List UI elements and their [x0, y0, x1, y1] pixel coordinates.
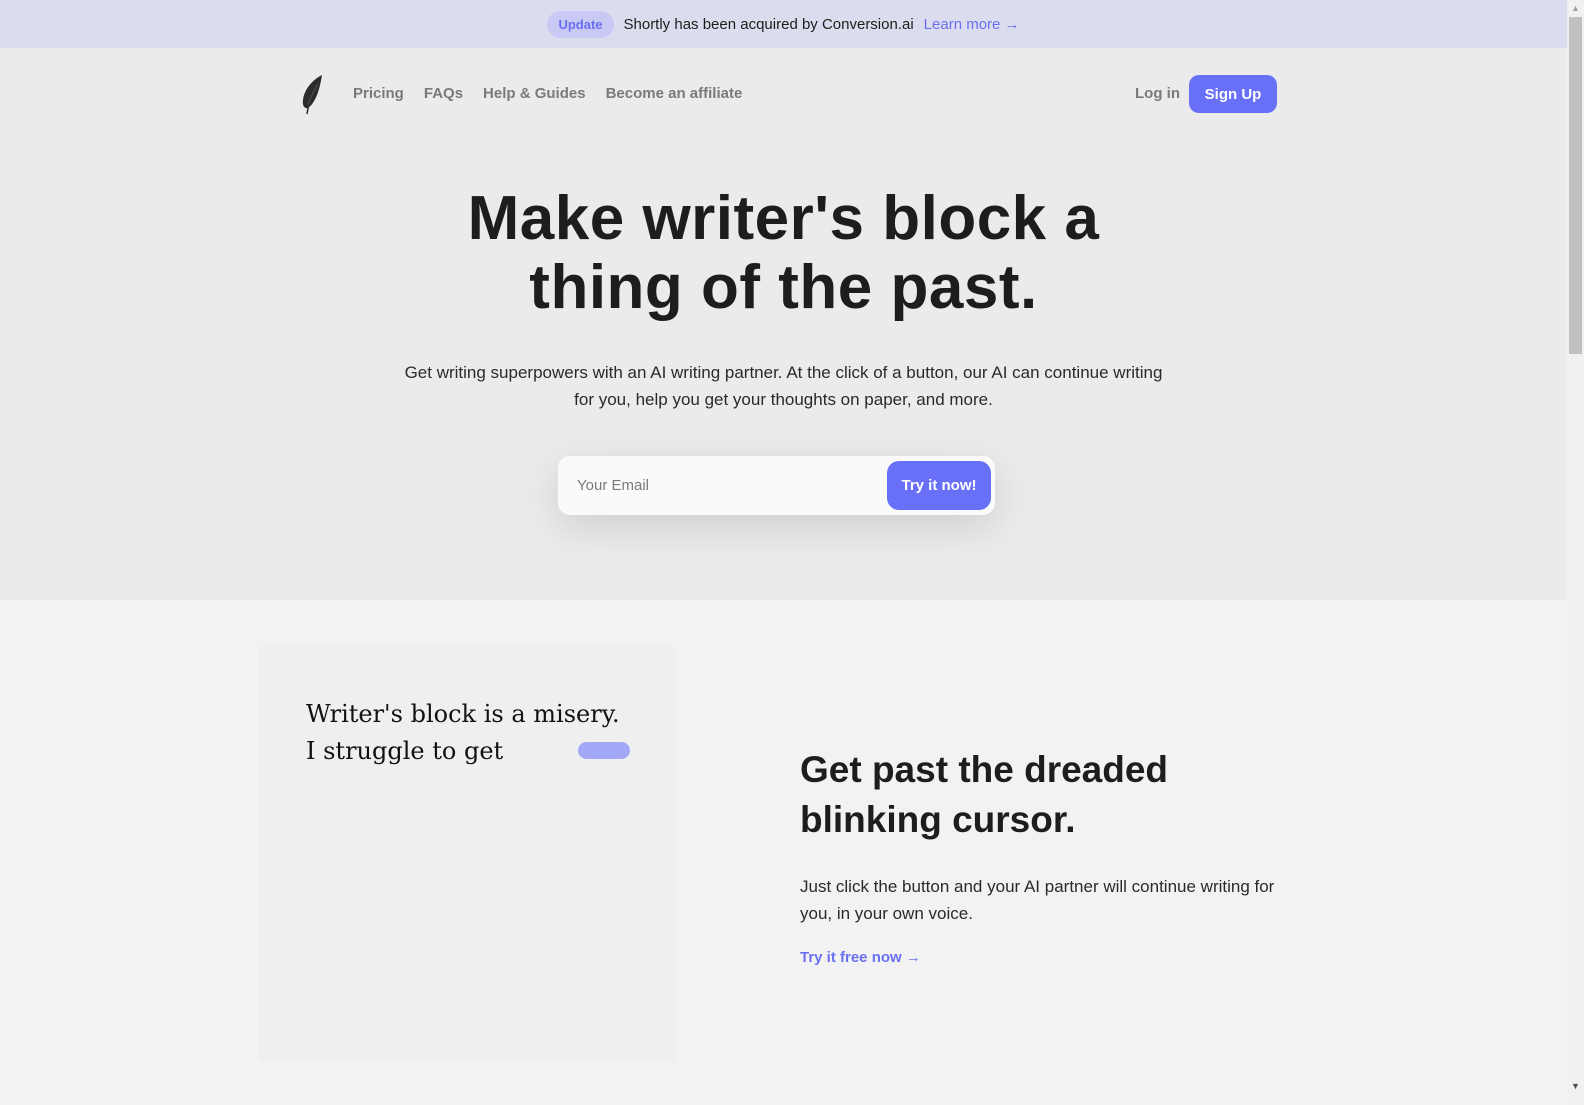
headline-line-1: Make writer's block a	[467, 184, 1100, 253]
demo-text: Writer's block is a misery. I struggle t…	[306, 696, 620, 770]
hero-section: Pricing FAQs Help & Guides Become an aff…	[0, 48, 1567, 600]
nav-become-affiliate[interactable]: Become an affiliate	[606, 85, 743, 102]
feather-quill-icon[interactable]	[300, 74, 326, 116]
nav-help-guides[interactable]: Help & Guides	[483, 85, 586, 102]
hero-headline: Make writer's block a thing of the past.	[0, 184, 1567, 322]
email-signup-form: Try it now!	[558, 456, 995, 515]
signup-button[interactable]: Sign Up	[1189, 75, 1277, 113]
nav-links: Pricing FAQs Help & Guides Become an aff…	[353, 85, 742, 102]
try-free-link[interactable]: Try it free now →	[800, 949, 921, 966]
vertical-scrollbar[interactable]: ▲ ▼	[1567, 0, 1584, 1105]
nav-pricing[interactable]: Pricing	[353, 85, 404, 102]
top-nav: Pricing FAQs Help & Guides Become an aff…	[300, 72, 1284, 118]
email-input[interactable]	[558, 456, 878, 515]
nav-faqs[interactable]: FAQs	[424, 85, 463, 102]
demo-continue-pill	[578, 742, 630, 759]
headline-line-2: thing of the past.	[529, 253, 1038, 322]
try-it-now-button[interactable]: Try it now!	[887, 461, 991, 510]
demo-line-2: I struggle to get	[306, 737, 504, 765]
feature-section: Writer's block is a misery. I struggle t…	[0, 600, 1567, 1105]
scroll-down-arrow-icon[interactable]: ▼	[1567, 1078, 1584, 1095]
scroll-up-arrow-icon[interactable]: ▲	[1567, 0, 1584, 17]
writing-demo-card: Writer's block is a misery. I struggle t…	[258, 646, 676, 1062]
update-badge: Update	[547, 10, 614, 38]
demo-line-1: Writer's block is a misery.	[306, 700, 620, 728]
scroll-thumb[interactable]	[1569, 17, 1582, 354]
announcement-bar: Update Shortly has been acquired by Conv…	[0, 0, 1567, 48]
feature-body: Just click the button and your AI partne…	[800, 877, 1275, 923]
page: Update Shortly has been acquired by Conv…	[0, 0, 1567, 1105]
hero-subhead: Get writing superpowers with an AI writi…	[404, 363, 1163, 409]
learn-more-link[interactable]: Learn more →	[924, 16, 1020, 33]
login-link[interactable]: Log in	[1135, 85, 1180, 102]
feature-title: Get past the dreaded blinking cursor.	[800, 749, 1169, 840]
announcement-message: Shortly has been acquired by Conversion.…	[623, 15, 914, 33]
